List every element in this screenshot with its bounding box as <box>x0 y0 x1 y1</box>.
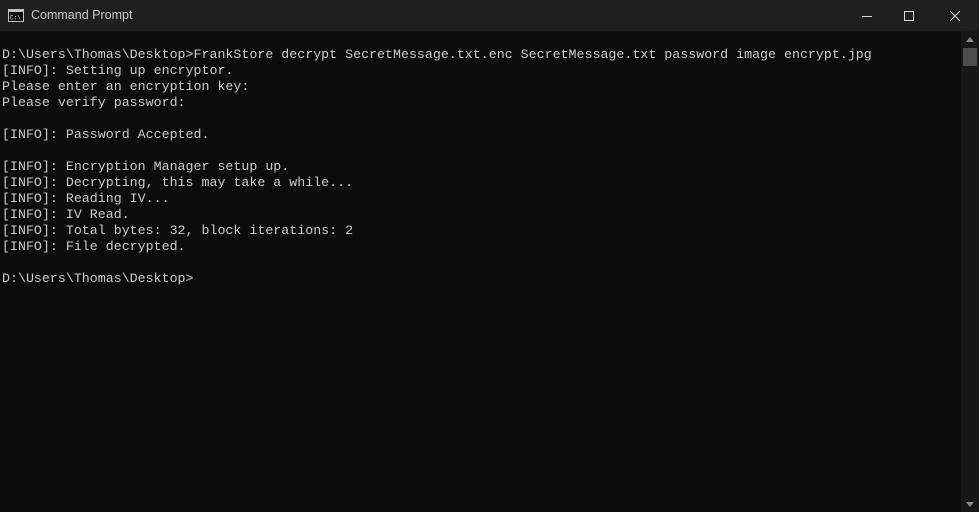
scroll-down-button[interactable] <box>961 496 979 512</box>
scroll-down-arrow-icon <box>966 501 974 507</box>
console-line: [INFO]: Total bytes: 32, block iteration… <box>2 223 354 238</box>
console-line: [INFO]: Setting up encryptor. <box>2 63 234 78</box>
title-bar[interactable]: C:\ Command Prompt <box>0 0 979 31</box>
console-area[interactable]: D:\Users\Thomas\Desktop>FrankStore decry… <box>0 31 961 512</box>
console-line: [INFO]: Encryption Manager setup up. <box>2 159 290 174</box>
console-line: Please verify password: <box>2 95 186 110</box>
vertical-scrollbar[interactable] <box>961 31 979 512</box>
maximize-button[interactable] <box>886 0 932 31</box>
console-line: [INFO]: File decrypted. <box>2 239 186 254</box>
scroll-up-arrow-icon <box>966 36 974 42</box>
console-line: [INFO]: Decrypting, this may take a whil… <box>2 175 354 190</box>
console-output[interactable]: D:\Users\Thomas\Desktop>FrankStore decry… <box>2 47 872 287</box>
cmd-icon: C:\ <box>8 9 24 22</box>
close-icon <box>950 10 960 21</box>
scroll-up-button[interactable] <box>961 31 979 47</box>
scroll-thumb[interactable] <box>963 48 977 66</box>
console-line: [INFO]: IV Read. <box>2 207 130 222</box>
svg-text:C:\: C:\ <box>10 15 21 22</box>
minimize-button[interactable] <box>844 0 890 31</box>
console-line: Please enter an encryption key: <box>2 79 250 94</box>
close-button[interactable] <box>932 0 978 31</box>
command-prompt-window: C:\ Command Prompt D:\Users\Thomas\Deskt… <box>0 0 979 512</box>
console-line: D:\Users\Thomas\Desktop> <box>2 271 194 286</box>
minimize-icon <box>862 15 872 17</box>
maximize-icon <box>904 10 914 21</box>
window-title: Command Prompt <box>31 8 133 22</box>
console-line: [INFO]: Password Accepted. <box>2 127 210 142</box>
console-line: [INFO]: Reading IV... <box>2 191 170 206</box>
console-line: D:\Users\Thomas\Desktop>FrankStore decry… <box>2 47 872 62</box>
